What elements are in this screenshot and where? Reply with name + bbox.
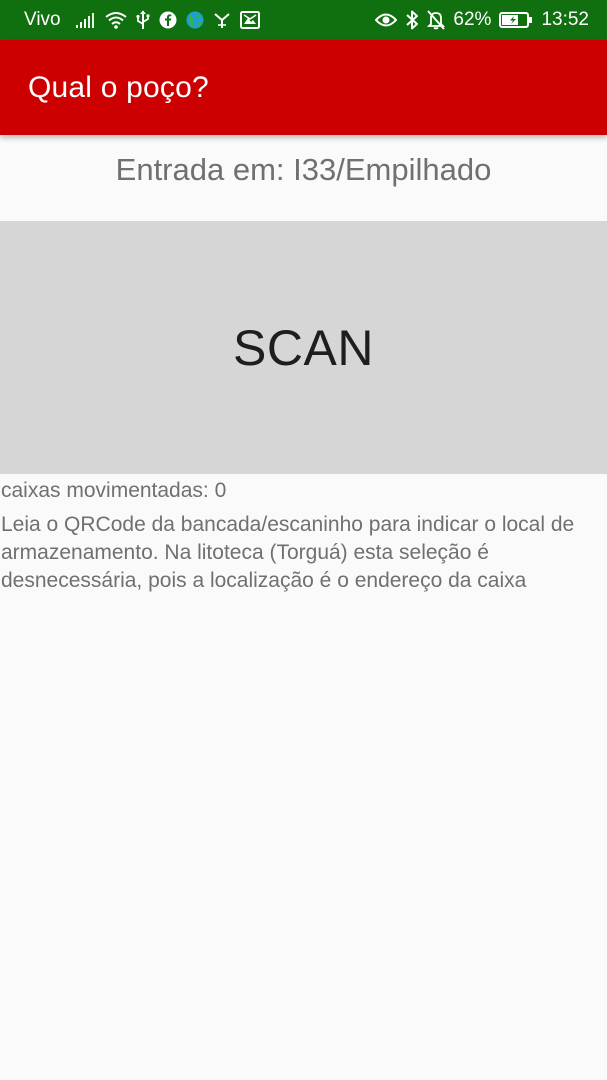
entry-location-label: Entrada em: I33/Empilhado	[115, 152, 492, 187]
clock: 13:52	[541, 9, 589, 30]
battery-icon	[499, 11, 533, 29]
antenna-icon	[213, 11, 231, 29]
app-bar: Qual o poço?	[0, 40, 607, 135]
moved-boxes-count: caixas movimentadas: 0	[1, 479, 227, 502]
page-title: Qual o poço?	[28, 70, 209, 104]
battery-percent: 62%	[453, 9, 492, 30]
status-bar: Vivo 62% 13:52	[0, 0, 607, 40]
signal-icon	[75, 12, 96, 28]
bluetooth-icon	[405, 10, 419, 30]
globe-icon	[186, 11, 204, 29]
wifi-icon	[105, 11, 127, 29]
instructions-text: Leia o QRCode da bancada/escaninho para …	[1, 513, 575, 592]
usb-icon	[136, 10, 150, 30]
status-bar-left: Vivo	[24, 9, 375, 31]
eye-icon	[375, 12, 398, 28]
bell-off-icon	[427, 10, 446, 30]
carrier-name: Vivo	[24, 9, 61, 30]
facebook-icon	[159, 11, 177, 29]
scan-button[interactable]: SCAN	[0, 221, 607, 474]
status-bar-right: 62% 13:52	[375, 9, 589, 31]
gallery-icon	[239, 11, 260, 29]
